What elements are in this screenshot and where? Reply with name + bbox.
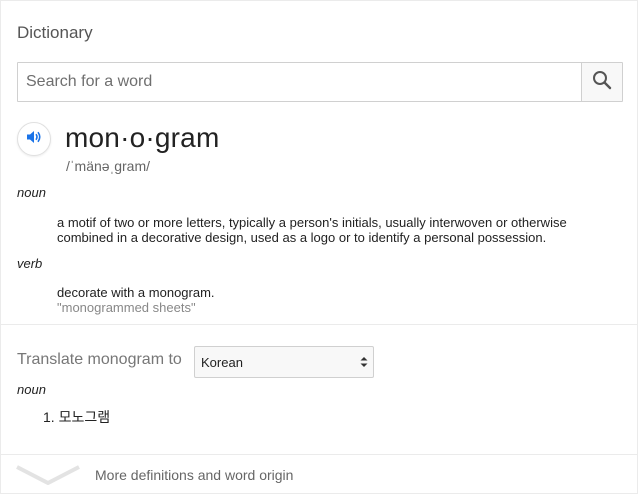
selected-language: Korean	[201, 354, 243, 370]
language-select[interactable]: Korean	[194, 346, 374, 378]
divider	[1, 454, 638, 455]
part-of-speech: noun	[17, 185, 46, 200]
headword: mon·o·gram	[65, 122, 220, 153]
pronunciation-audio-button[interactable]	[17, 122, 51, 156]
search-button[interactable]	[581, 63, 622, 101]
more-definitions-label: More definitions and word origin	[95, 467, 294, 483]
more-definitions-link[interactable]: More definitions and word origin	[1, 457, 638, 495]
select-arrows-icon	[360, 354, 368, 370]
divider	[1, 324, 638, 325]
search-icon	[592, 70, 612, 95]
dictionary-card: Dictionary mon·o·gram /ˈmänəˌɡram/ noun …	[0, 0, 638, 494]
definition: a motif of two or more letters, typicall…	[57, 215, 567, 245]
definition: decorate with a monogram.	[57, 285, 215, 300]
part-of-speech: verb	[17, 256, 43, 271]
card-title: Dictionary	[17, 23, 93, 42]
phonetic-spelling: /ˈmänəˌɡram/	[66, 158, 151, 174]
translate-label: Translate monogram to	[17, 351, 182, 368]
example-sentence: "monogrammed sheets"	[57, 300, 196, 315]
translation-part-of-speech: noun	[17, 382, 46, 397]
chevron-down-icon	[15, 463, 81, 490]
search-box	[17, 62, 623, 102]
speaker-icon	[25, 128, 43, 151]
search-input[interactable]	[18, 63, 581, 101]
translation-result: 1. 모노그램	[43, 409, 111, 425]
